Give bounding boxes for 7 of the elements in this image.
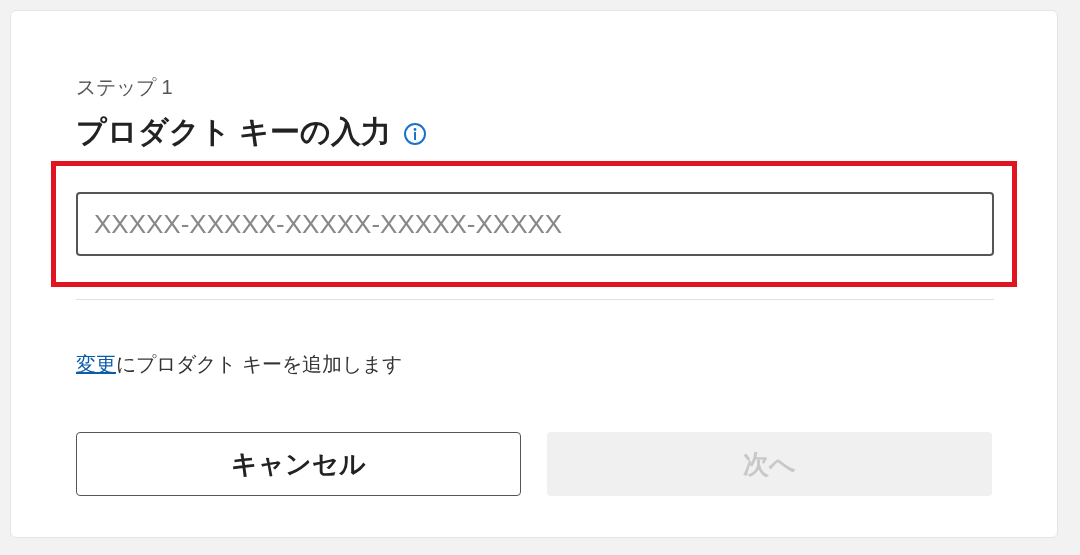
change-link[interactable]: 変更 xyxy=(76,353,116,375)
dialog-title: プロダクト キーの入力 xyxy=(76,114,392,150)
info-icon[interactable] xyxy=(403,122,428,146)
step-label: ステップ 1 xyxy=(76,75,174,100)
cancel-button[interactable]: キャンセル xyxy=(76,432,521,496)
add-key-note: 変更にプロダクト キーを追加します xyxy=(76,352,403,377)
product-key-field[interactable]: XXXXX-XXXXX-XXXXX-XXXXX-XXXXX xyxy=(76,192,994,256)
